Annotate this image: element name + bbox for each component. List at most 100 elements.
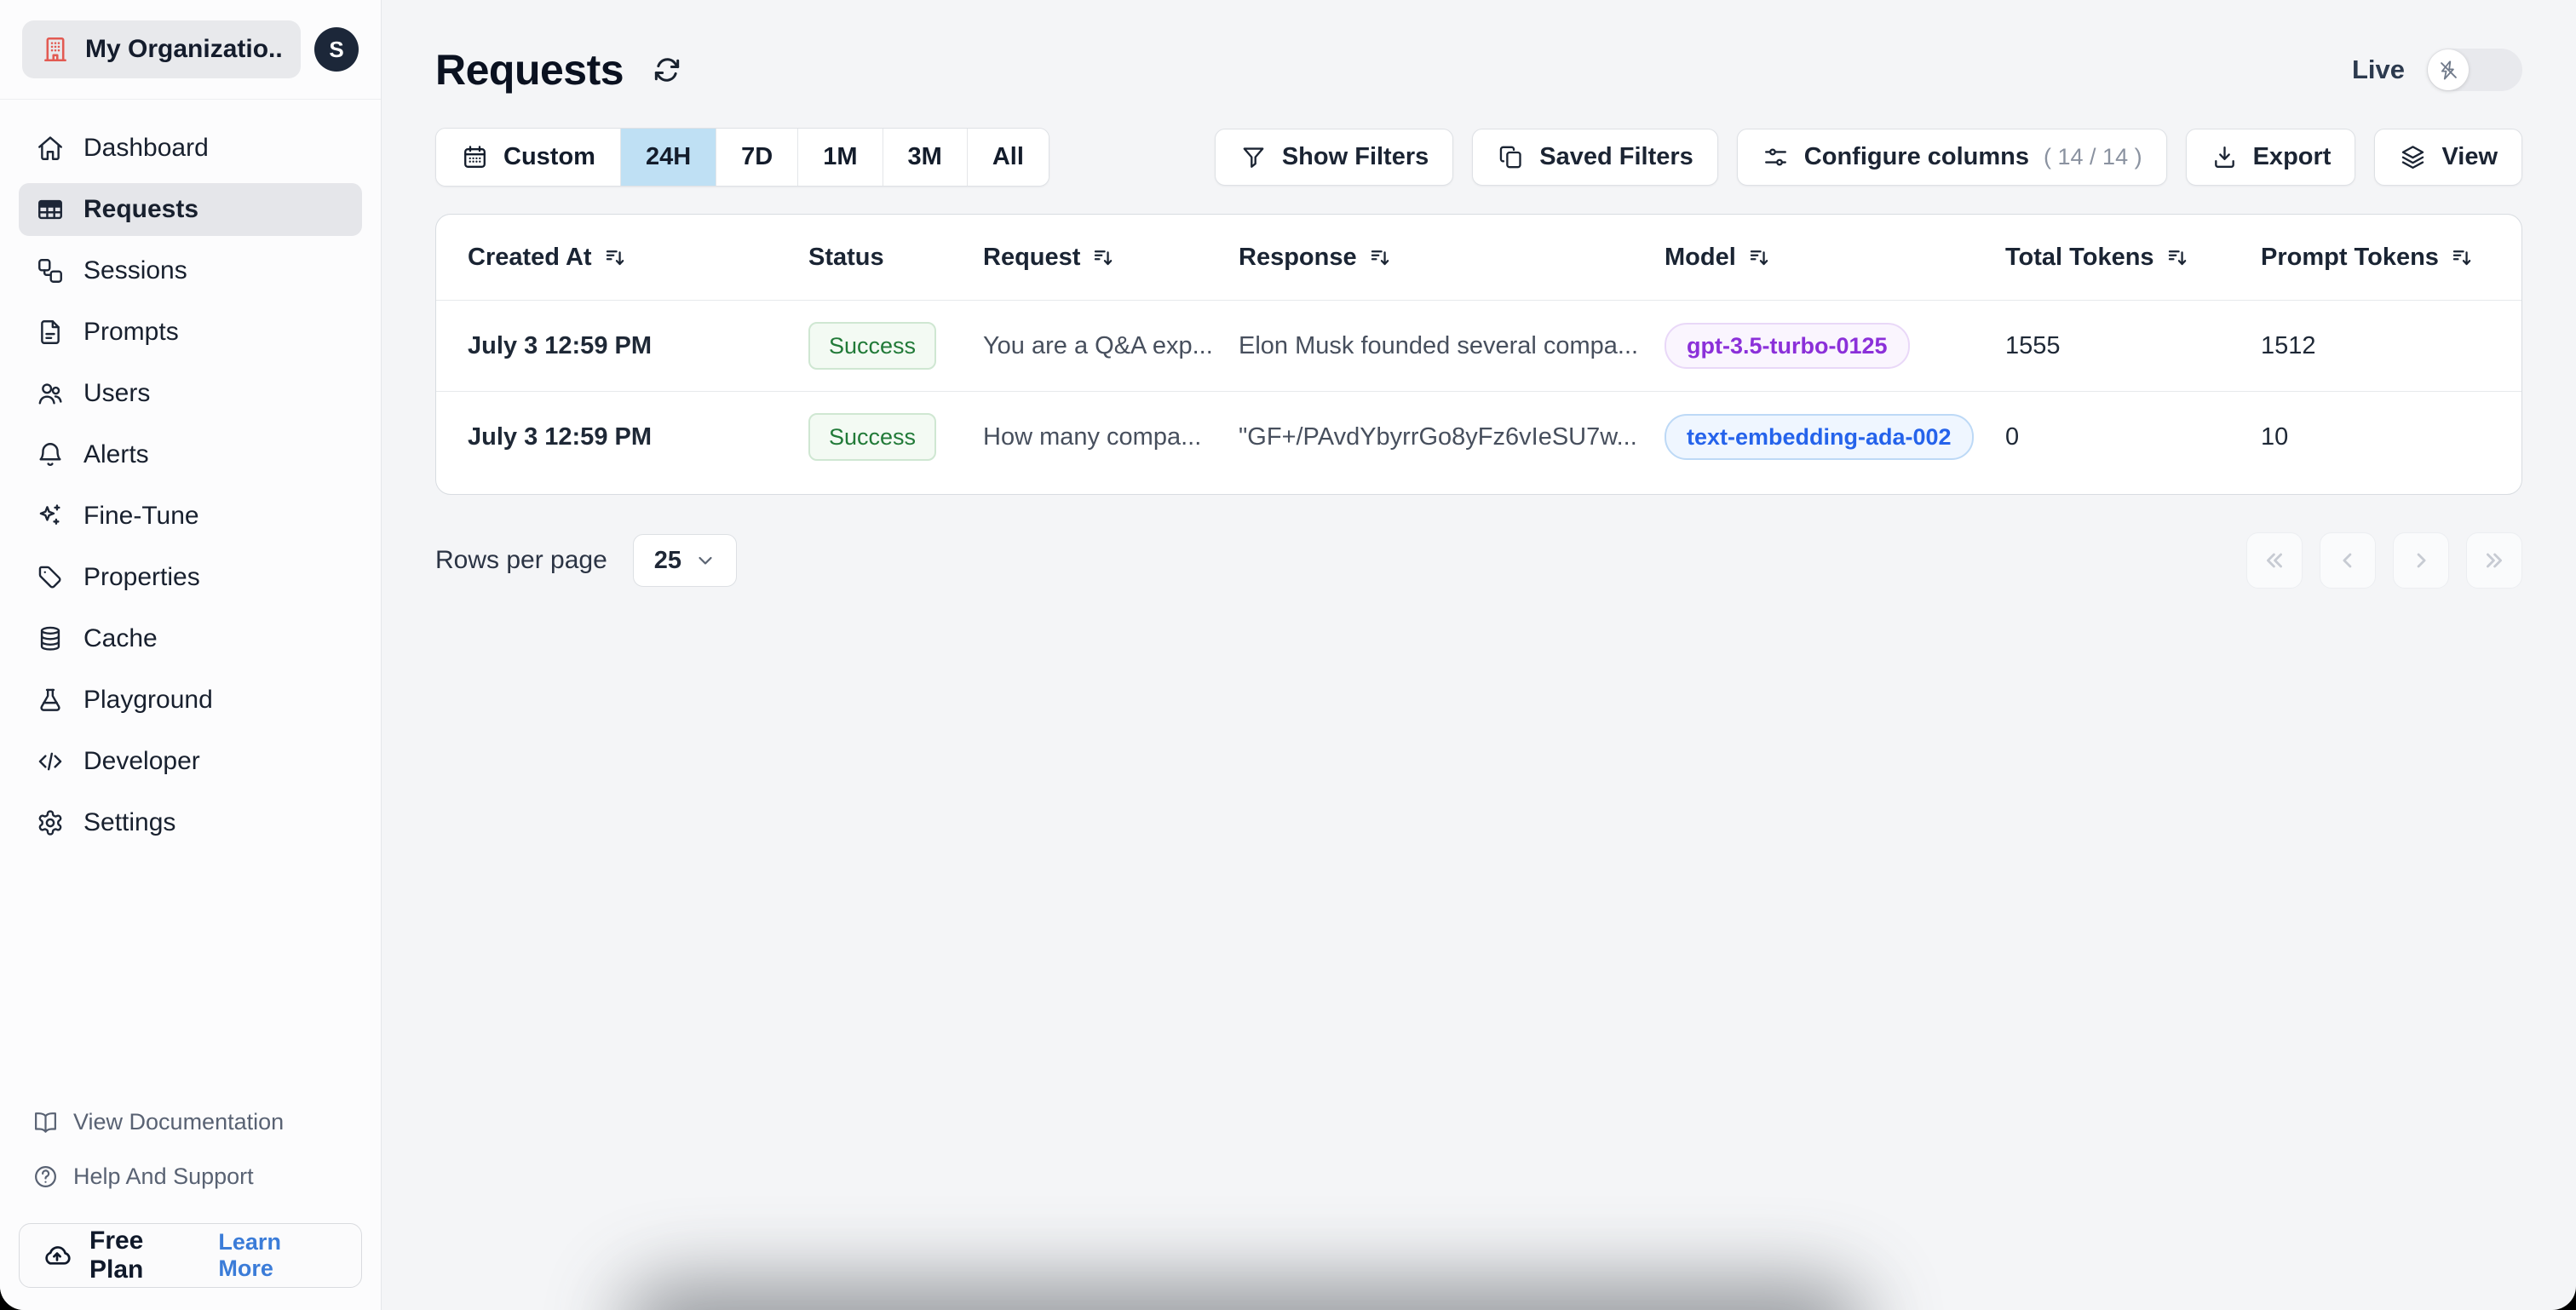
last-page-icon xyxy=(2482,549,2506,572)
sidebar-item-cache[interactable]: Cache xyxy=(19,612,362,665)
funnel-icon xyxy=(1239,143,1268,171)
sidebar-item-alerts[interactable]: Alerts xyxy=(19,428,362,481)
help-circle-icon xyxy=(32,1163,59,1190)
building-icon xyxy=(41,35,70,64)
main-content: Requests Live Custom 24H 7D 1M 3M All Sh… xyxy=(382,0,2576,1310)
sidebar-item-label: Users xyxy=(83,379,151,407)
first-page-icon xyxy=(2263,549,2286,572)
saved-filters-button[interactable]: Saved Filters xyxy=(1472,129,1718,186)
sidebar-item-properties[interactable]: Properties xyxy=(19,551,362,604)
time-range-7d[interactable]: 7D xyxy=(716,129,799,186)
column-header-total-tokens[interactable]: Total Tokens xyxy=(2005,244,2261,272)
help-and-support-link[interactable]: Help And Support xyxy=(19,1152,362,1201)
toolbar-actions: Show Filters Saved Filters Configure col… xyxy=(1214,129,2522,186)
table-row[interactable]: July 3 12:59 PM Success You are a Q&A ex… xyxy=(436,300,2521,391)
org-row: My Organizatio... S xyxy=(0,0,381,100)
sidebar-item-developer[interactable]: Developer xyxy=(19,735,362,788)
cell-prompt-tokens: 10 xyxy=(2261,422,2289,451)
view-documentation-link[interactable]: View Documentation xyxy=(19,1097,362,1146)
sidebar-item-label: Fine-Tune xyxy=(83,502,199,530)
show-filters-button[interactable]: Show Filters xyxy=(1214,129,1454,186)
refresh-icon xyxy=(651,54,683,86)
column-header-request[interactable]: Request xyxy=(983,244,1239,272)
cell-model: text-embedding-ada-002 xyxy=(1665,414,2005,460)
time-range-1m[interactable]: 1M xyxy=(798,129,883,186)
prev-page-button[interactable] xyxy=(2320,532,2376,589)
sidebar-item-label: Sessions xyxy=(83,256,187,284)
user-avatar[interactable]: S xyxy=(314,27,359,72)
columns-count: ( 14 / 14 ) xyxy=(2044,144,2142,169)
cell-status: Success xyxy=(808,413,983,461)
column-header-response[interactable]: Response xyxy=(1239,244,1665,272)
refresh-button[interactable] xyxy=(651,54,683,86)
next-page-icon xyxy=(2409,549,2433,572)
requests-table: Created At Status Request Response Model xyxy=(435,214,2522,495)
live-toggle[interactable] xyxy=(2427,49,2522,91)
sort-icon xyxy=(2451,246,2474,269)
cell-prompt-tokens: 1512 xyxy=(2261,331,2316,359)
column-header-model[interactable]: Model xyxy=(1665,244,2005,272)
sidebar-item-settings[interactable]: Settings xyxy=(19,796,362,849)
sort-icon xyxy=(604,246,627,269)
time-range-all[interactable]: All xyxy=(967,129,1049,186)
time-range-control: Custom 24H 7D 1M 3M All xyxy=(435,128,1049,187)
sort-icon xyxy=(1369,246,1392,269)
rows-per-page-select[interactable]: 25 xyxy=(632,534,738,587)
first-page-button[interactable] xyxy=(2246,532,2303,589)
page-header: Requests Live xyxy=(435,36,2522,104)
pagination-bar: Rows per page 25 xyxy=(435,532,2522,589)
configure-columns-button[interactable]: Configure columns ( 14 / 14 ) xyxy=(1736,129,2167,186)
time-range-24h[interactable]: 24H xyxy=(620,129,717,186)
time-range-3m[interactable]: 3M xyxy=(883,129,968,186)
last-page-button[interactable] xyxy=(2466,532,2522,589)
cloud-upload-icon xyxy=(42,1240,72,1271)
column-header-prompt-tokens[interactable]: Prompt Tokens xyxy=(2261,244,2521,272)
sidebar-nav: Dashboard Requests Sessions Prompts User… xyxy=(0,100,381,1097)
sidebar-item-label: Developer xyxy=(83,747,200,775)
sort-icon xyxy=(1092,246,1115,269)
database-icon xyxy=(36,624,65,653)
sparkles-icon xyxy=(36,502,65,531)
users-icon xyxy=(36,379,65,408)
sidebar-item-prompts[interactable]: Prompts xyxy=(19,306,362,359)
book-open-icon xyxy=(32,1109,59,1135)
app-window: My Organizatio... S Dashboard Requests S… xyxy=(0,0,2576,1310)
sidebar-item-label: Alerts xyxy=(83,440,149,468)
code-icon xyxy=(36,747,65,776)
export-button[interactable]: Export xyxy=(2185,129,2356,186)
status-badge: Success xyxy=(808,322,937,370)
sidebar-item-label: Requests xyxy=(83,195,199,223)
footer-link-label: Help And Support xyxy=(73,1163,254,1189)
time-range-custom[interactable]: Custom xyxy=(436,129,621,186)
layers-icon xyxy=(2399,143,2427,171)
chevron-down-icon xyxy=(695,550,716,571)
prev-page-icon xyxy=(2336,549,2360,572)
sidebar-item-sessions[interactable]: Sessions xyxy=(19,244,362,297)
toolbar: Custom 24H 7D 1M 3M All Show Filters Sav… xyxy=(435,128,2522,187)
bell-icon xyxy=(36,440,65,469)
cell-total-tokens: 0 xyxy=(2005,422,2020,451)
model-badge: text-embedding-ada-002 xyxy=(1665,414,1974,460)
footer-link-label: View Documentation xyxy=(73,1108,285,1135)
sidebar-item-requests[interactable]: Requests xyxy=(19,183,362,236)
column-header-created-at[interactable]: Created At xyxy=(468,244,808,272)
view-button[interactable]: View xyxy=(2374,129,2522,186)
cell-model: gpt-3.5-turbo-0125 xyxy=(1665,323,2005,369)
copy-icon xyxy=(1497,143,1525,171)
sidebar-item-fine-tune[interactable]: Fine-Tune xyxy=(19,490,362,543)
toggle-knob xyxy=(2428,49,2469,90)
table-row[interactable]: July 3 12:59 PM Success How many compa..… xyxy=(436,391,2521,482)
next-page-button[interactable] xyxy=(2393,532,2449,589)
download-icon xyxy=(2211,143,2239,171)
gear-icon xyxy=(36,808,65,837)
org-switcher-button[interactable]: My Organizatio... xyxy=(22,20,301,78)
learn-more-link[interactable]: Learn More xyxy=(218,1229,339,1282)
flash-off-icon xyxy=(2437,59,2460,82)
sidebar-item-label: Settings xyxy=(83,808,176,836)
table-icon xyxy=(36,195,65,224)
sidebar-item-label: Properties xyxy=(83,563,200,591)
sidebar-item-dashboard[interactable]: Dashboard xyxy=(19,122,362,175)
table-header-row: Created At Status Request Response Model xyxy=(436,215,2521,300)
sidebar-item-users[interactable]: Users xyxy=(19,367,362,420)
sidebar-item-playground[interactable]: Playground xyxy=(19,674,362,727)
